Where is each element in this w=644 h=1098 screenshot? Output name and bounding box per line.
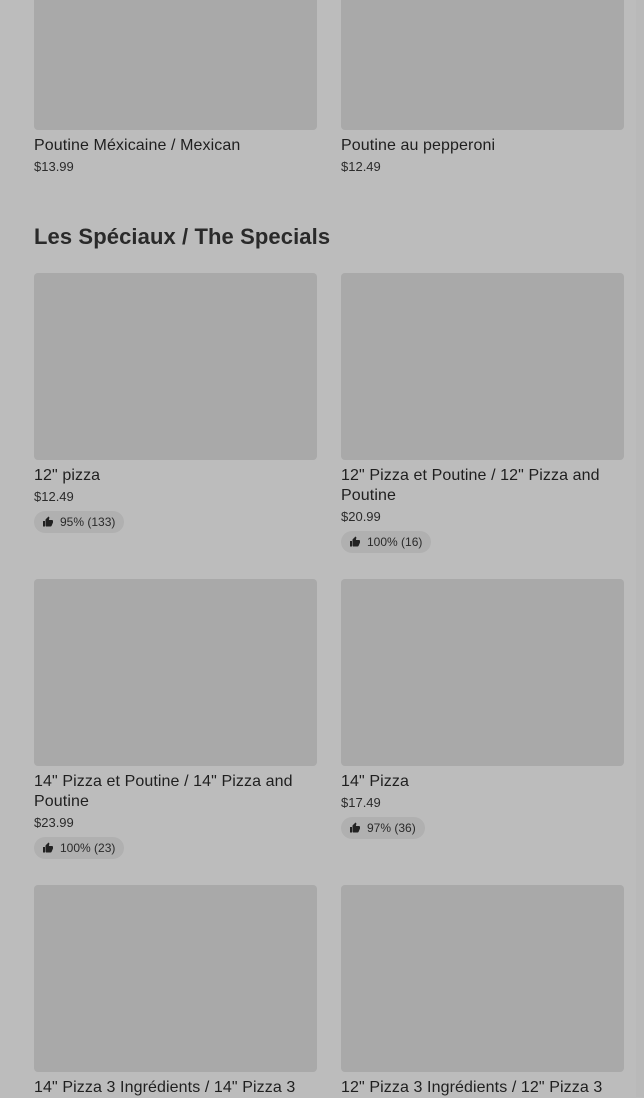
menu-item-card[interactable]: 12" Pizza 3 Ingrédients / 12" Pizza 3 [341,885,624,1098]
rating-badge: 100% (16) [341,531,432,553]
item-name: Poutine Méxicaine / Mexican [34,137,241,154]
item-image [34,273,317,460]
thumbs-up-icon [43,516,53,527]
item-image [341,579,624,766]
item-price: $12.49 [341,159,381,174]
section-title: Les Spéciaux / The Specials [34,224,331,249]
item-image [341,0,624,130]
item-name: Poutine au pepperoni [341,137,496,154]
item-image [34,885,317,1072]
rating-text: 95% (133) [60,515,116,529]
item-image [34,579,317,766]
rating-text: 100% (23) [60,841,116,855]
item-name: 12" Pizza 3 Ingrédients / 12" Pizza 3 [341,1079,603,1096]
item-image [341,273,624,460]
item-name: 14" Pizza [341,773,409,790]
item-image [341,885,624,1072]
rating-badge: 95% (133) [34,511,125,533]
item-name: 12" Pizza et Poutine / 12" Pizza and Pou… [341,467,600,504]
item-image [34,0,317,130]
item-price: $23.99 [34,815,74,830]
menu-item-card[interactable]: 14" Pizza 3 Ingrédients / 14" Pizza 3 [34,885,317,1098]
menu-item-card[interactable]: 14" Pizza et Poutine / 14" Pizza and Pou… [34,579,317,859]
menu-item-card[interactable]: 14" Pizza $17.49 97% (36) [341,579,624,839]
rating-badge: 97% (36) [341,817,425,839]
rating-text: 97% (36) [367,821,416,835]
item-name: 12" pizza [34,467,101,484]
menu-item-card[interactable]: Poutine Méxicaine / Mexican $13.99 [34,0,317,175]
menu-page: Poutine Méxicaine / Mexican $13.99 Pouti… [0,0,644,1097]
thumbs-up-icon [43,842,53,853]
item-name: 14" Pizza et Poutine / 14" Pizza and Pou… [34,773,293,810]
item-price: $20.99 [341,509,381,524]
rating-badge: 100% (23) [34,837,125,859]
menu-item-card[interactable]: 12" Pizza et Poutine / 12" Pizza and Pou… [341,273,624,553]
item-name: 14" Pizza 3 Ingrédients / 14" Pizza 3 [34,1079,296,1096]
item-price: $12.49 [34,489,74,504]
item-price: $17.49 [341,795,381,810]
thumbs-up-icon [350,822,360,833]
item-price: $13.99 [34,159,74,174]
thumbs-up-icon [350,536,360,547]
menu-item-card[interactable]: 12" pizza $12.49 95% (133) [34,273,317,533]
menu-item-card[interactable]: Poutine au pepperoni $12.49 [341,0,624,175]
rating-text: 100% (16) [367,535,423,549]
scrollbar-track[interactable] [636,0,644,1097]
